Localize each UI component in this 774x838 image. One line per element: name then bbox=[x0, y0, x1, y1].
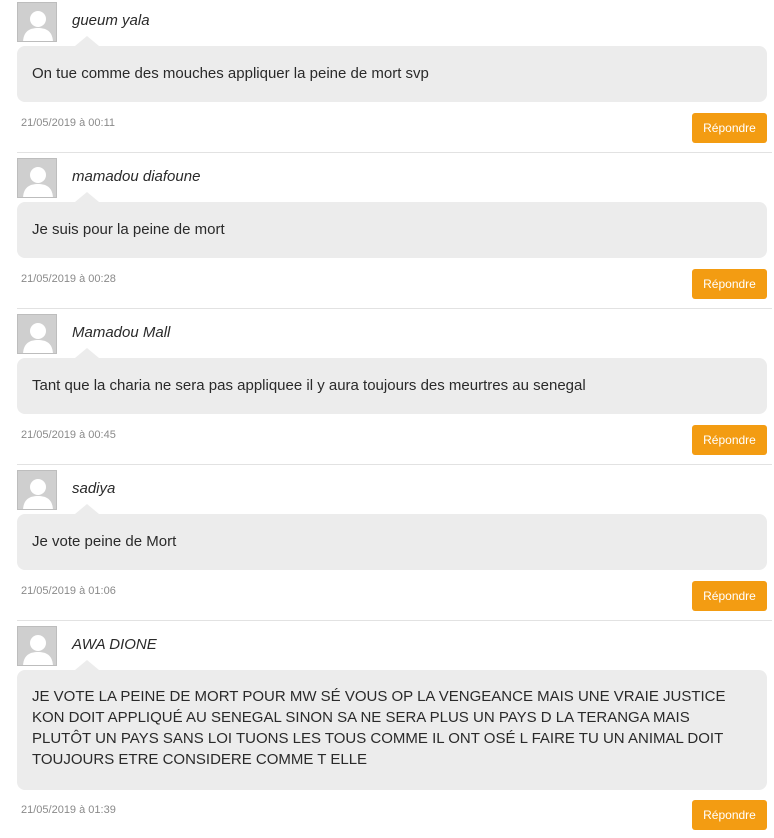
comment-text: Je suis pour la peine de mort bbox=[32, 221, 225, 238]
comment-author: gueum yala bbox=[72, 12, 150, 29]
reply-button[interactable]: Répondre bbox=[692, 113, 767, 143]
avatar-icon bbox=[17, 470, 57, 510]
comment-bubble: On tue comme des mouches appliquer la pe… bbox=[17, 36, 767, 102]
reply-button[interactable]: Répondre bbox=[692, 269, 767, 299]
comment-date: 21/05/2019 à 00:45 bbox=[21, 429, 116, 441]
comment-header: sadiya bbox=[17, 470, 767, 510]
comment: mamadou diafoune Je suis pour la peine d… bbox=[17, 158, 767, 308]
comment-divider bbox=[17, 620, 772, 621]
reply-button[interactable]: Répondre bbox=[692, 581, 767, 611]
avatar-icon bbox=[17, 158, 57, 198]
comment-author: Mamadou Mall bbox=[72, 324, 171, 341]
comment-text: Tant que la charia ne sera pas appliquee… bbox=[32, 377, 586, 394]
comment: gueum yala On tue comme des mouches appl… bbox=[17, 2, 767, 152]
comment-date: 21/05/2019 à 01:39 bbox=[21, 804, 116, 816]
avatar-icon bbox=[17, 626, 57, 666]
comment-header: mamadou diafoune bbox=[17, 158, 767, 198]
comment-date: 21/05/2019 à 01:06 bbox=[21, 585, 116, 597]
comment-header: gueum yala bbox=[17, 2, 767, 42]
comment-author: mamadou diafoune bbox=[72, 168, 201, 185]
comment-text: JE VOTE LA PEINE DE MORT POUR MW SÉ VOUS… bbox=[32, 688, 726, 768]
comment-list: gueum yala On tue comme des mouches appl… bbox=[0, 0, 774, 838]
comment: sadiya Je vote peine de Mort 21/05/2019 … bbox=[17, 470, 767, 620]
comment-divider bbox=[17, 152, 772, 153]
comment-bubble: JE VOTE LA PEINE DE MORT POUR MW SÉ VOUS… bbox=[17, 660, 767, 790]
reply-button[interactable]: Répondre bbox=[692, 800, 767, 830]
comment: Mamadou Mall Tant que la charia ne sera … bbox=[17, 314, 767, 464]
comment-header: Mamadou Mall bbox=[17, 314, 767, 354]
reply-button[interactable]: Répondre bbox=[692, 425, 767, 455]
comment-text: Je vote peine de Mort bbox=[32, 533, 177, 550]
avatar-icon bbox=[17, 314, 57, 354]
comment-text: On tue comme des mouches appliquer la pe… bbox=[32, 65, 429, 82]
comment-header: AWA DIONE bbox=[17, 626, 767, 666]
comment-bubble: Je vote peine de Mort bbox=[17, 504, 767, 570]
comment-date: 21/05/2019 à 00:11 bbox=[21, 117, 115, 129]
comment-author: sadiya bbox=[72, 480, 116, 497]
comment-divider bbox=[17, 464, 772, 465]
comment-date: 21/05/2019 à 00:28 bbox=[21, 273, 116, 285]
comment-divider bbox=[17, 308, 772, 309]
comment: AWA DIONE JE VOTE LA PEINE DE MORT POUR … bbox=[17, 626, 767, 836]
comment-bubble: Tant que la charia ne sera pas appliquee… bbox=[17, 348, 767, 414]
comment-bubble: Je suis pour la peine de mort bbox=[17, 192, 767, 258]
comment-author: AWA DIONE bbox=[72, 636, 157, 653]
avatar-icon bbox=[17, 2, 57, 42]
